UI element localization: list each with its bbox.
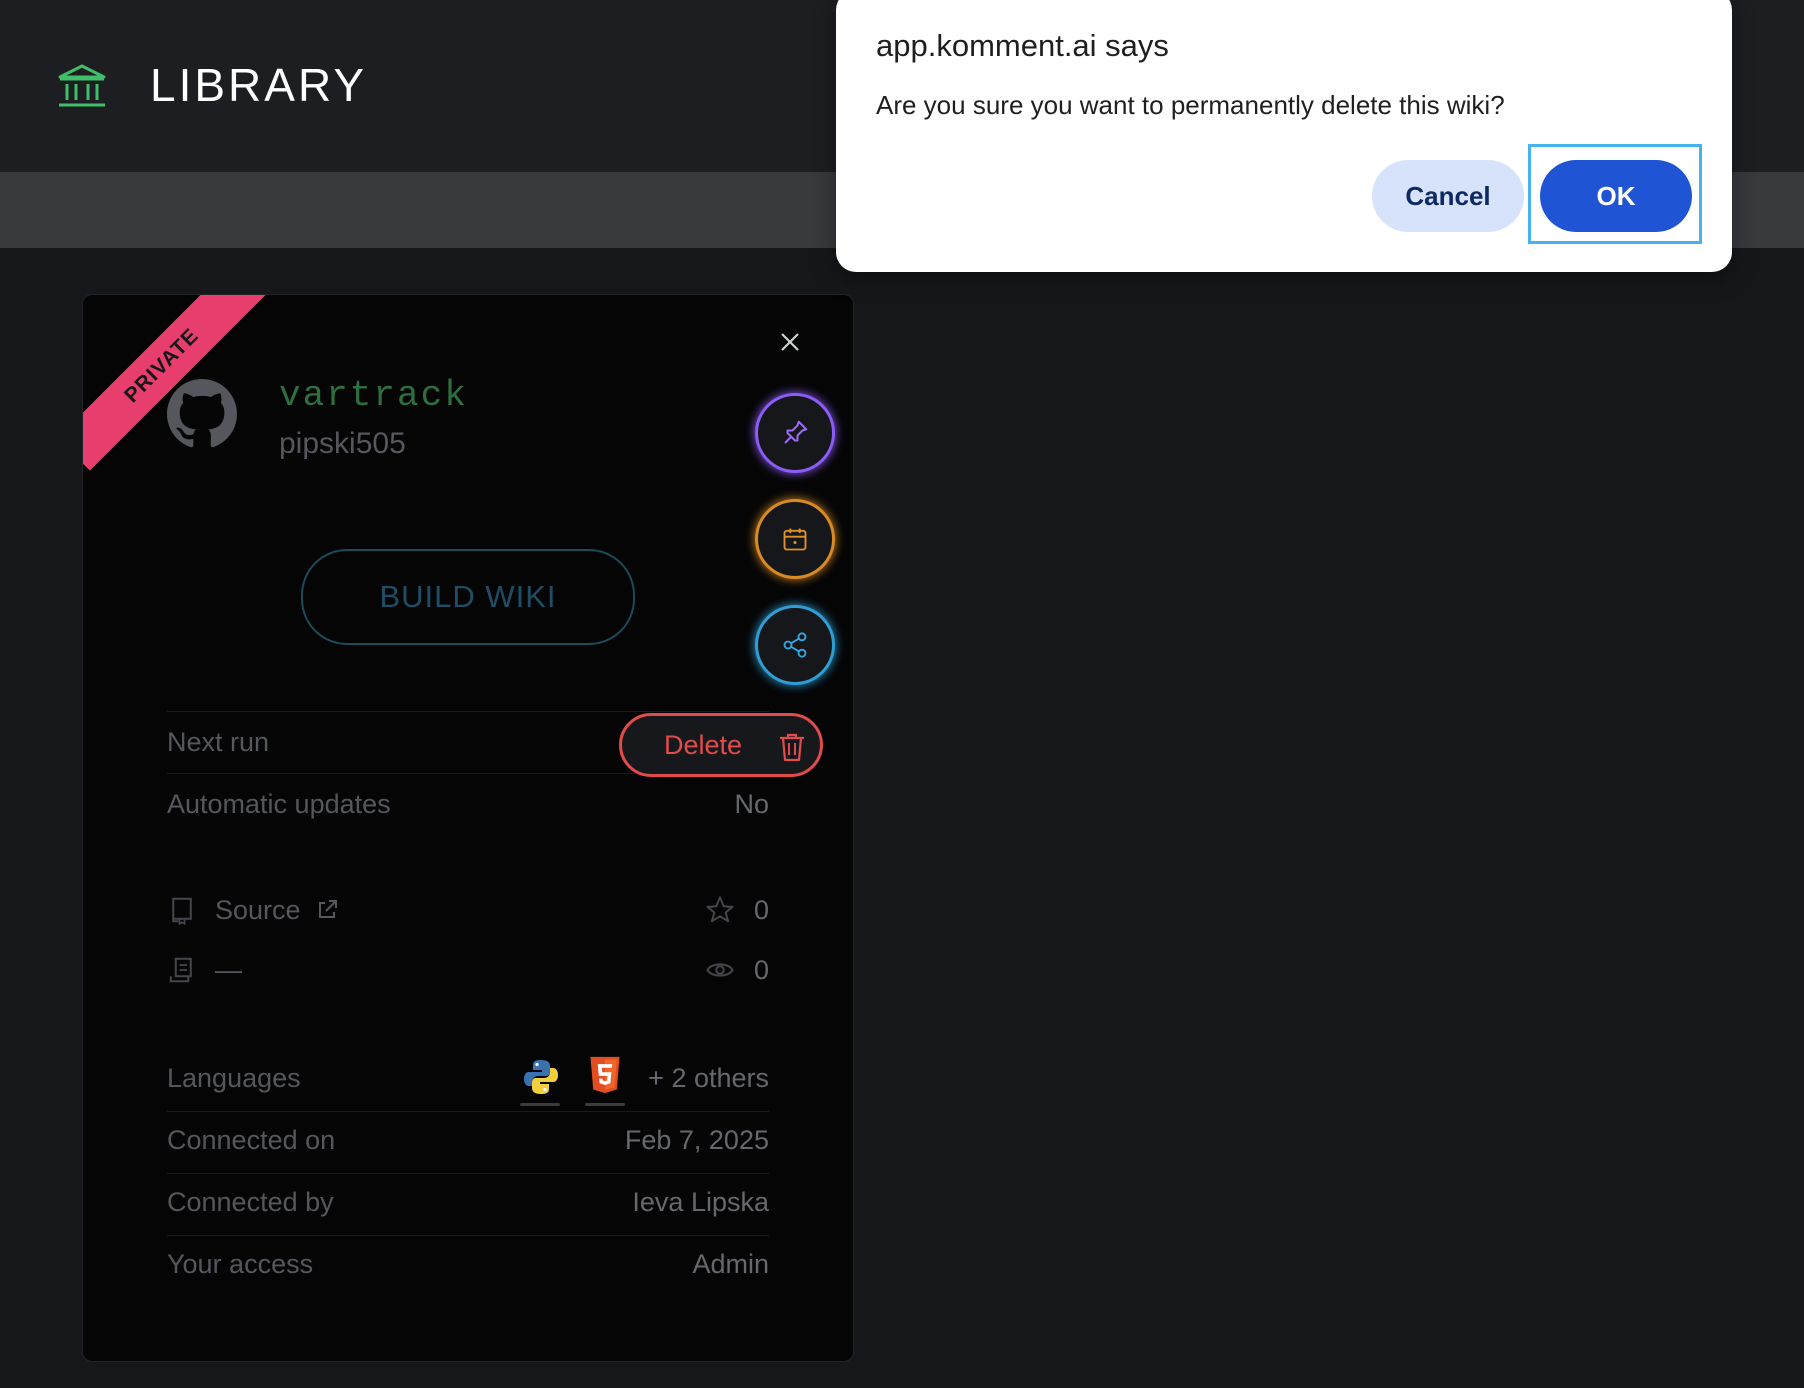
- eye-icon: [706, 963, 734, 977]
- connected-on-label: Connected on: [167, 1125, 336, 1155]
- divider: [167, 1111, 769, 1112]
- schedule-button[interactable]: [755, 499, 835, 579]
- automatic-updates-label: Automatic updates: [167, 789, 391, 819]
- page-title: LIBRARY: [150, 59, 368, 111]
- languages-more[interactable]: + 2 others: [648, 1063, 769, 1094]
- star-icon: [706, 896, 734, 923]
- language-underline: [520, 1103, 560, 1106]
- divider: [167, 1235, 769, 1236]
- delete-label: Delete: [664, 729, 743, 760]
- library-icon: [58, 64, 106, 107]
- next-run-label: Next run: [167, 727, 270, 757]
- connected-by-value: Ieva Lipska: [632, 1187, 769, 1217]
- delete-button[interactable]: Delete: [619, 713, 823, 777]
- ok-button[interactable]: OK: [1540, 160, 1692, 232]
- trash-icon: [780, 733, 804, 762]
- calendar-icon: [783, 528, 807, 551]
- confirm-dialog: app.komment.ai says Are you sure you wan…: [836, 0, 1732, 272]
- automatic-updates-value: No: [734, 789, 769, 819]
- languages-label: Languages: [167, 1063, 301, 1093]
- pin-icon: [784, 420, 808, 444]
- repo-card: PRIVATE vartrack pipski505 BUILD WIKI Ne…: [82, 294, 854, 1362]
- cancel-button[interactable]: Cancel: [1372, 160, 1524, 232]
- connected-by-label: Connected by: [167, 1187, 334, 1217]
- share-icon: [783, 632, 807, 658]
- repo-owner: pipski505: [279, 427, 406, 460]
- docs-value: —: [215, 955, 242, 985]
- view-count: 0: [753, 955, 769, 985]
- dialog-title: app.komment.ai says: [876, 28, 1169, 63]
- python-icon: [524, 1060, 558, 1094]
- github-icon: [167, 379, 237, 448]
- docs-icon: [169, 957, 192, 983]
- divider: [167, 1173, 769, 1174]
- share-button[interactable]: [755, 605, 835, 685]
- close-icon[interactable]: [777, 329, 803, 355]
- connected-on-value: Feb 7, 2025: [624, 1125, 769, 1155]
- pin-button[interactable]: [755, 393, 835, 473]
- access-label: Your access: [167, 1249, 314, 1279]
- access-value: Admin: [692, 1249, 769, 1279]
- source-link[interactable]: Source: [215, 895, 301, 926]
- language-underline: [585, 1103, 625, 1106]
- repo-book-icon: [172, 897, 192, 925]
- divider: [167, 711, 769, 712]
- star-count: 0: [753, 895, 769, 925]
- external-link-icon[interactable]: [315, 898, 339, 922]
- html5-icon: [590, 1056, 620, 1094]
- dialog-message: Are you sure you want to permanently del…: [876, 90, 1505, 120]
- repo-name[interactable]: vartrack: [279, 375, 468, 416]
- build-wiki-button[interactable]: BUILD WIKI: [301, 549, 635, 645]
